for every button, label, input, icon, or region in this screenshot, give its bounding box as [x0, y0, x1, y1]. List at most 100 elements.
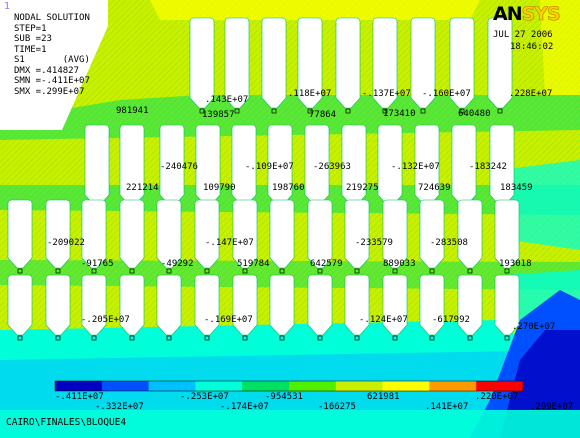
info-line-time: TIME=1: [14, 44, 47, 55]
info-line-sub: SUB =23: [14, 34, 52, 44]
node-value-label: .270E+07: [512, 322, 556, 332]
node-value-label: -.137E+07: [362, 89, 411, 99]
info-line-dmx: DMX =.414827: [14, 65, 80, 76]
legend-label-lower: .141E+07: [425, 402, 469, 412]
node-value-label: -91765: [81, 259, 114, 269]
legend-swatch: [335, 381, 384, 391]
legend-swatch: [382, 381, 430, 391]
node-value-label: -.160E+07: [422, 89, 471, 99]
silo-cell: [344, 274, 370, 336]
legend-label-lower: .299E+07: [530, 402, 574, 412]
ansys-graphics-window[interactable]: 1 NODAL SOLUTION STEP=1 SUB =23 TIME=1 S…: [0, 0, 580, 438]
plot-date: JUL 27 2006: [493, 30, 553, 40]
node-value-label: 889033: [383, 259, 416, 269]
node-value-label: 640480: [458, 109, 491, 119]
node-value-label: 77864: [309, 110, 337, 120]
plot-time: 18:46:02: [510, 42, 554, 52]
silo-cell: [494, 199, 520, 269]
legend-label-upper: 621981: [367, 392, 400, 402]
silo-cell: [382, 274, 408, 336]
solution-info-block: NODAL SOLUTION STEP=1 SUB =23 TIME=1 S1 …: [14, 13, 90, 97]
node-value-label: 198760: [272, 183, 305, 193]
silo-cell: [119, 199, 145, 269]
silo-cell: [307, 274, 333, 336]
node-value-label: 109790: [203, 183, 236, 193]
yellow-zone-top: [150, 0, 480, 20]
legend-label-upper: -.253E+07: [180, 392, 229, 402]
node-value-label: -.205E+07: [81, 315, 130, 325]
silo-cell: [194, 274, 220, 336]
silo-cell: [81, 199, 107, 269]
silo-cell: [45, 199, 71, 269]
silo-cell: [7, 199, 33, 269]
node-value-label: .118E+07: [288, 89, 332, 99]
legend-swatch: [55, 381, 103, 391]
legend-swatch: [101, 381, 150, 391]
silo-cell: [81, 274, 107, 336]
legend-label-lower: -.174E+07: [220, 402, 269, 412]
legend-swatch: [289, 381, 337, 391]
node-value-label: -617992: [432, 315, 470, 325]
node-value-label: 981941: [116, 106, 149, 116]
legend-label-lower: -.332E+07: [95, 402, 144, 412]
node-value-label: -209022: [47, 238, 85, 248]
silo-cell: [457, 199, 483, 269]
window-number: 1: [4, 1, 11, 12]
node-value-label: -233579: [355, 238, 393, 248]
node-value-label: 173410: [383, 109, 416, 119]
silo-cell: [119, 124, 145, 206]
node-value-label: -.132E+07: [391, 162, 440, 172]
node-value-label: 519784: [237, 259, 270, 269]
legend-label-upper: -954531: [265, 392, 303, 402]
logo-prefix: AN: [493, 3, 523, 25]
legend-label-upper: .220E+07: [475, 392, 519, 402]
silo-cell: [307, 199, 333, 269]
legend-swatch: [476, 381, 524, 391]
info-line-smn: SMN =-.411E+07: [14, 76, 90, 86]
silo-cell: [261, 17, 287, 109]
node-value-label: -183242: [469, 162, 507, 172]
silo-cell: [269, 199, 295, 269]
legend-swatch: [242, 381, 290, 391]
silo-cell: [232, 199, 258, 269]
node-value-label: -263963: [313, 162, 351, 172]
silo-cell: [232, 274, 258, 336]
silo-cell: [7, 274, 33, 336]
logo-suffix: SYS: [521, 3, 561, 26]
node-value-label: 139857: [202, 110, 235, 120]
node-value-label: -283508: [430, 238, 468, 248]
silo-cell: [156, 274, 182, 336]
ansys-logo: ANSYS: [493, 3, 561, 26]
silo-cell: [156, 199, 182, 269]
legend-label-lower: -166275: [318, 402, 356, 412]
legend-label-upper: -.411E+07: [55, 392, 104, 402]
silo-cell: [419, 199, 445, 269]
node-value-label: -.109E+07: [245, 162, 294, 172]
silo-cell: [344, 199, 370, 269]
silo-cell: [269, 274, 295, 336]
info-line-title: NODAL SOLUTION: [14, 13, 90, 23]
node-value-label: 724639: [418, 183, 451, 193]
node-value-label: -49292: [161, 259, 194, 269]
silo-cell: [457, 274, 483, 336]
node-value-label: .143E+07: [205, 95, 249, 105]
silo-cell: [419, 274, 445, 336]
node-value-label: -240476: [160, 162, 198, 172]
node-value-label: 183459: [500, 183, 533, 193]
info-line-smx: SMX =.299E+07: [14, 86, 85, 97]
silo-cell: [119, 274, 145, 336]
node-value-label: 219275: [346, 183, 379, 193]
legend-labels-lower: -.332E+07 -.174E+07 -166275 .141E+07 .29…: [0, 402, 580, 414]
node-value-label: -.169E+07: [204, 315, 253, 325]
node-value-label: 642579: [310, 259, 343, 269]
node-value-label: 221214: [126, 183, 159, 193]
node-value-label: .228E+07: [509, 89, 553, 99]
silo-cell: [84, 124, 110, 206]
silo-cell: [194, 199, 220, 269]
info-line-step: STEP=1: [14, 23, 47, 34]
contour-legend-bar: [54, 380, 524, 392]
node-value-label: -.124E+07: [359, 315, 408, 325]
silo-cell: [382, 199, 408, 269]
legend-swatch: [429, 381, 477, 391]
silo-cell: [335, 17, 361, 109]
